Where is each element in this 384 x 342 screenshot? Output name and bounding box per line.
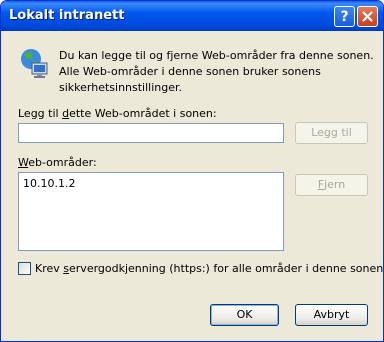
close-icon[interactable] bbox=[357, 6, 378, 27]
sites-label: Web-områder: bbox=[18, 156, 97, 169]
window-title: Lokalt intranett bbox=[9, 8, 125, 23]
require-https-checkbox[interactable] bbox=[18, 262, 31, 275]
intranet-zone-icon bbox=[21, 49, 48, 78]
help-icon[interactable]: ? bbox=[334, 6, 355, 27]
add-button[interactable]: Legg til bbox=[295, 122, 368, 144]
dialog-content: Du kan legge til og fjerne Web-områder f… bbox=[1, 31, 383, 341]
zone-description: Du kan legge til og fjerne Web-områder f… bbox=[59, 49, 374, 94]
add-site-label: Legg til dette Web-området i sonen: bbox=[18, 107, 217, 120]
remove-button[interactable]: Fjern bbox=[295, 174, 368, 196]
sites-list[interactable]: 10.10.1.2 bbox=[18, 172, 284, 251]
cancel-button[interactable]: Avbryt bbox=[295, 304, 368, 326]
add-site-input[interactable] bbox=[18, 123, 284, 143]
list-item[interactable]: 10.10.1.2 bbox=[23, 177, 75, 190]
title-bar[interactable]: Lokalt intranett ? bbox=[1, 1, 383, 31]
require-https-label[interactable]: Krev servergodkjenning (https:) for alle… bbox=[35, 262, 383, 275]
ok-button[interactable]: OK bbox=[210, 304, 279, 326]
dialog-window: Lokalt intranett ? Du kan legge til og f… bbox=[0, 0, 384, 342]
